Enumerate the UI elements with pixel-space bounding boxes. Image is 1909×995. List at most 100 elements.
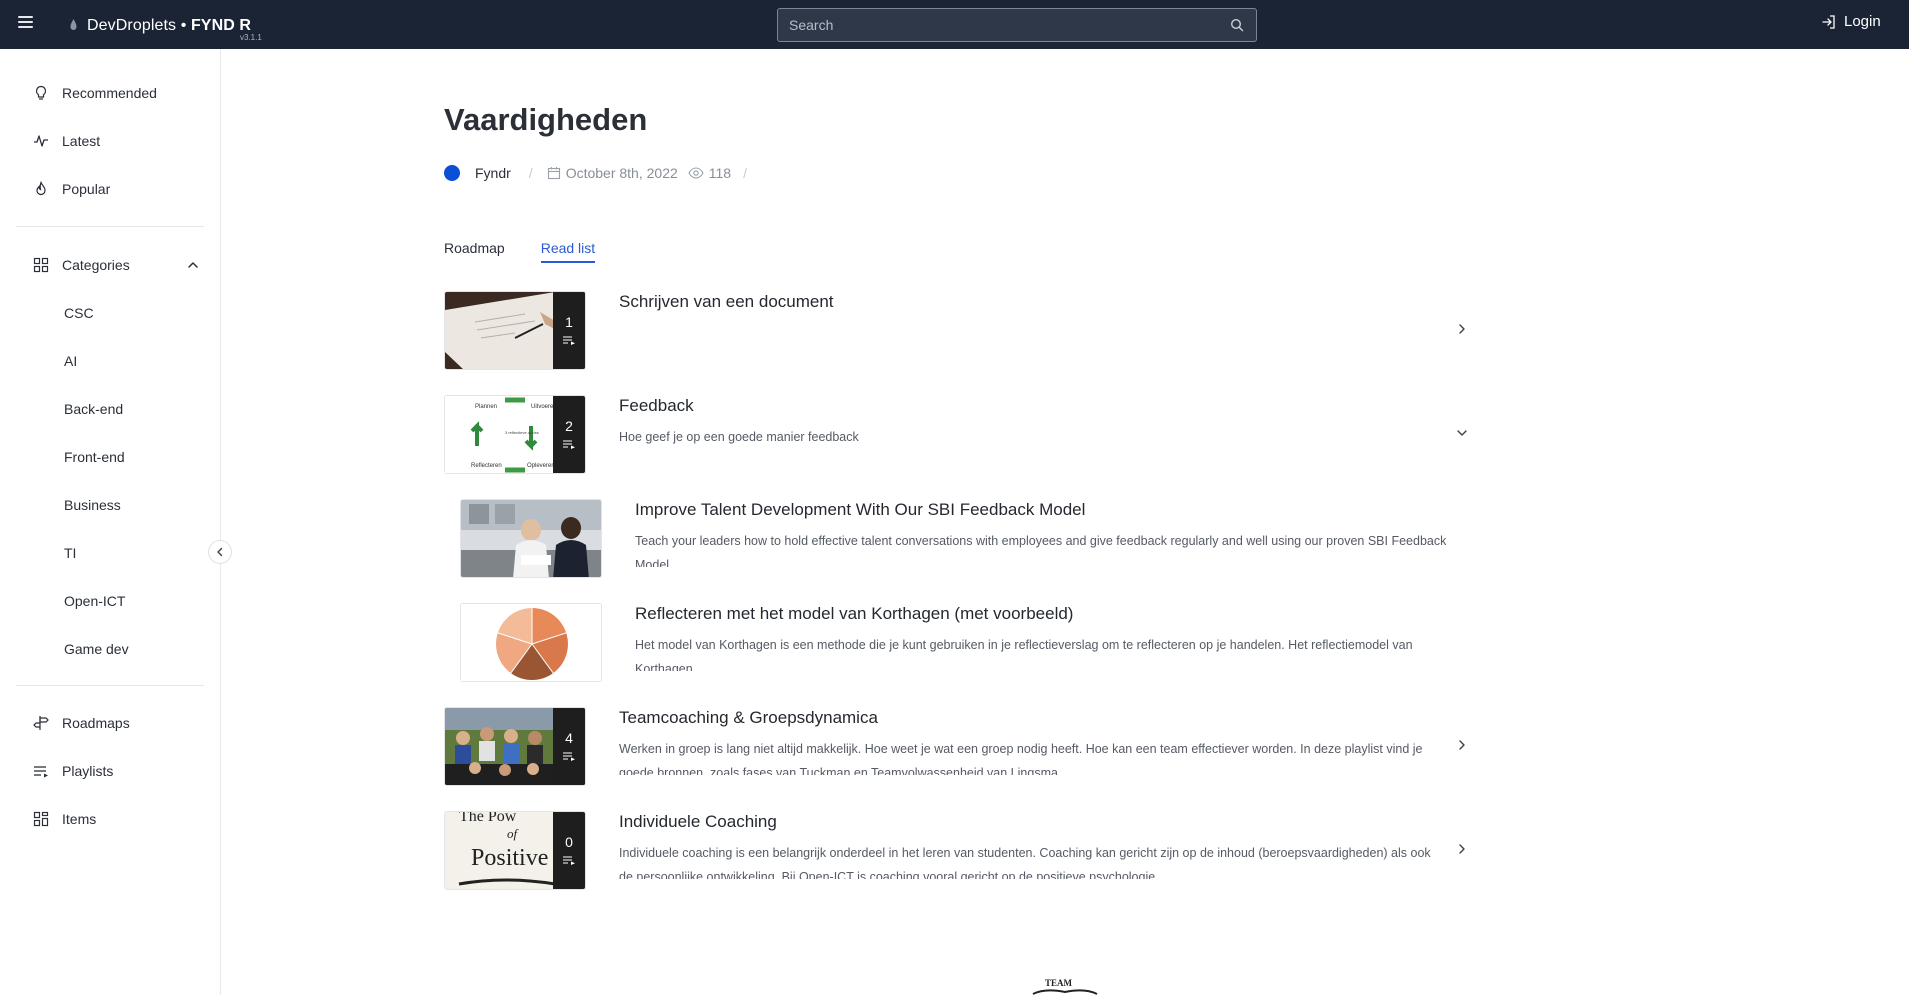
item-title[interactable]: Feedback	[619, 396, 694, 416]
views-info: 118	[688, 165, 731, 181]
sidebar-item-items[interactable]: Items	[32, 808, 96, 830]
sidebar-divider	[16, 685, 204, 686]
sidebar-item-latest[interactable]: Latest	[32, 130, 100, 152]
korthagen-model-image	[461, 604, 601, 681]
trend-line-icon	[32, 132, 50, 150]
avatar[interactable]	[444, 165, 460, 181]
list-item[interactable]: Plannen Uitvoeren Reflecteren Opleveren …	[444, 395, 1467, 475]
svg-text:Opleveren: Opleveren	[527, 463, 555, 469]
category-item[interactable]: TI	[64, 545, 76, 561]
calendar-icon	[547, 167, 560, 180]
item-description: Het model van Korthagen is een methode d…	[635, 638, 1413, 671]
playlist-icon	[563, 336, 575, 345]
sidebar-item-label: Latest	[62, 133, 101, 149]
list-item[interactable]: The Pow of Positive 0 Individuele Coachi…	[444, 811, 1465, 891]
item-thumbnail: 4	[444, 707, 586, 786]
nested-list-item[interactable]: Improve Talent Development With Our SBI …	[460, 499, 1460, 579]
item-count: 4	[565, 730, 573, 746]
tab-roadmap[interactable]: Roadmap	[444, 240, 505, 263]
item-count: 1	[565, 314, 573, 330]
category-item[interactable]: Front-end	[64, 449, 125, 465]
item-description: Teach your leaders how to hold effective…	[635, 534, 1447, 567]
tab-read-list[interactable]: Read list	[540, 240, 596, 263]
collapse-sidebar-button[interactable]	[208, 540, 232, 564]
chevron-left-icon	[217, 547, 223, 557]
chevron-right-icon[interactable]	[1455, 322, 1469, 336]
item-description: Hoe geef je op een goede manier feedback	[619, 430, 859, 444]
list-item[interactable]: 4 Teamcoaching & Groepsdynamica Werken i…	[444, 707, 1465, 787]
category-item[interactable]: Business	[64, 497, 121, 513]
svg-text:3 reflectieve cycles: 3 reflectieve cycles	[505, 430, 539, 435]
item-count-band: 4	[553, 708, 585, 785]
sidebar-item-recommended[interactable]: Recommended	[32, 82, 157, 104]
playlist-icon	[563, 856, 575, 865]
chevron-up-icon[interactable]	[186, 258, 200, 272]
sidebar: Recommended Latest Popular Categories CS…	[0, 49, 221, 995]
content-tabs: Roadmap Read list	[444, 240, 631, 263]
svg-text:The Pow: The Pow	[459, 812, 517, 825]
item-count: 2	[565, 418, 573, 434]
search-input[interactable]	[789, 9, 1209, 41]
sidebar-item-roadmaps[interactable]: Roadmaps	[32, 712, 130, 734]
login-label: Login	[1844, 13, 1881, 30]
item-description: Individuele coaching is een belangrijk o…	[619, 846, 1431, 879]
list-item[interactable]: 1 Schrijven van een document	[444, 291, 1465, 371]
sidebar-item-popular[interactable]: Popular	[32, 178, 110, 200]
item-description	[619, 321, 1439, 359]
item-count-band: 2	[553, 396, 585, 473]
playlist-icon	[32, 762, 50, 780]
item-title[interactable]: Improve Talent Development With Our SBI …	[635, 500, 1085, 520]
droplet-icon	[70, 19, 77, 30]
chevron-down-icon[interactable]	[1455, 426, 1469, 440]
item-title[interactable]: Reflecteren met het model van Korthagen …	[635, 604, 1073, 624]
category-item[interactable]: Back-end	[64, 401, 123, 417]
category-item[interactable]: AI	[64, 353, 77, 369]
sidebar-item-label: Recommended	[62, 85, 157, 101]
footer-image-stub: TEAM	[1032, 978, 1098, 995]
eye-icon	[688, 167, 704, 179]
sidebar-item-label: Popular	[62, 181, 111, 197]
menu-icon[interactable]	[18, 16, 33, 28]
sidebar-item-playlists[interactable]: Playlists	[32, 760, 113, 782]
item-title[interactable]: Teamcoaching & Groepsdynamica	[619, 708, 878, 728]
chevron-right-icon[interactable]	[1455, 738, 1469, 752]
sidebar-divider	[16, 226, 204, 227]
svg-text:TEAM: TEAM	[1045, 978, 1073, 988]
category-item[interactable]: Game dev	[64, 641, 129, 657]
item-count-band: 0	[553, 812, 585, 889]
brand-logo[interactable]: DevDroplets • FYND R	[70, 12, 251, 40]
date-label: October 8th, 2022	[565, 165, 678, 181]
item-count-band: 1	[553, 292, 585, 369]
item-thumbnail	[460, 603, 602, 682]
item-title[interactable]: Schrijven van een document	[619, 292, 834, 312]
sidebar-item-categories[interactable]: Categories	[32, 254, 130, 276]
categories-icon	[32, 256, 50, 274]
login-icon	[1822, 14, 1835, 29]
sidebar-item-label: Playlists	[62, 763, 114, 779]
flame-icon	[32, 180, 50, 198]
search-box[interactable]	[777, 8, 1257, 42]
lightbulb-icon	[32, 84, 50, 102]
chevron-right-icon[interactable]	[1455, 842, 1469, 856]
nested-list-item[interactable]: Reflecteren met het model van Korthagen …	[460, 603, 1460, 683]
item-thumbnail	[460, 499, 602, 578]
page-title: Vaardigheden	[444, 102, 648, 137]
playlist-icon	[563, 440, 575, 449]
search-icon[interactable]	[1230, 18, 1244, 32]
category-item[interactable]: CSC	[64, 305, 94, 321]
item-title[interactable]: Individuele Coaching	[619, 812, 777, 832]
meeting-photo-image	[461, 500, 601, 577]
meta-separator: /	[528, 165, 533, 181]
login-button[interactable]: Login	[1821, 13, 1881, 30]
grid-icon	[32, 810, 50, 828]
date-info: October 8th, 2022	[547, 165, 678, 181]
author-name[interactable]: Fyndr	[475, 165, 511, 181]
version-label: v3.1.1	[240, 33, 262, 42]
playlist-icon	[563, 752, 575, 761]
page-meta: Fyndr / October 8th, 2022 118 /	[444, 163, 761, 183]
item-description: Werken in groep is lang niet altijd makk…	[619, 742, 1423, 775]
svg-text:Plannen: Plannen	[475, 404, 497, 410]
category-item[interactable]: Open-ICT	[64, 593, 125, 609]
item-thumbnail: The Pow of Positive 0	[444, 811, 586, 890]
svg-text:Reflecteren: Reflecteren	[471, 463, 502, 469]
